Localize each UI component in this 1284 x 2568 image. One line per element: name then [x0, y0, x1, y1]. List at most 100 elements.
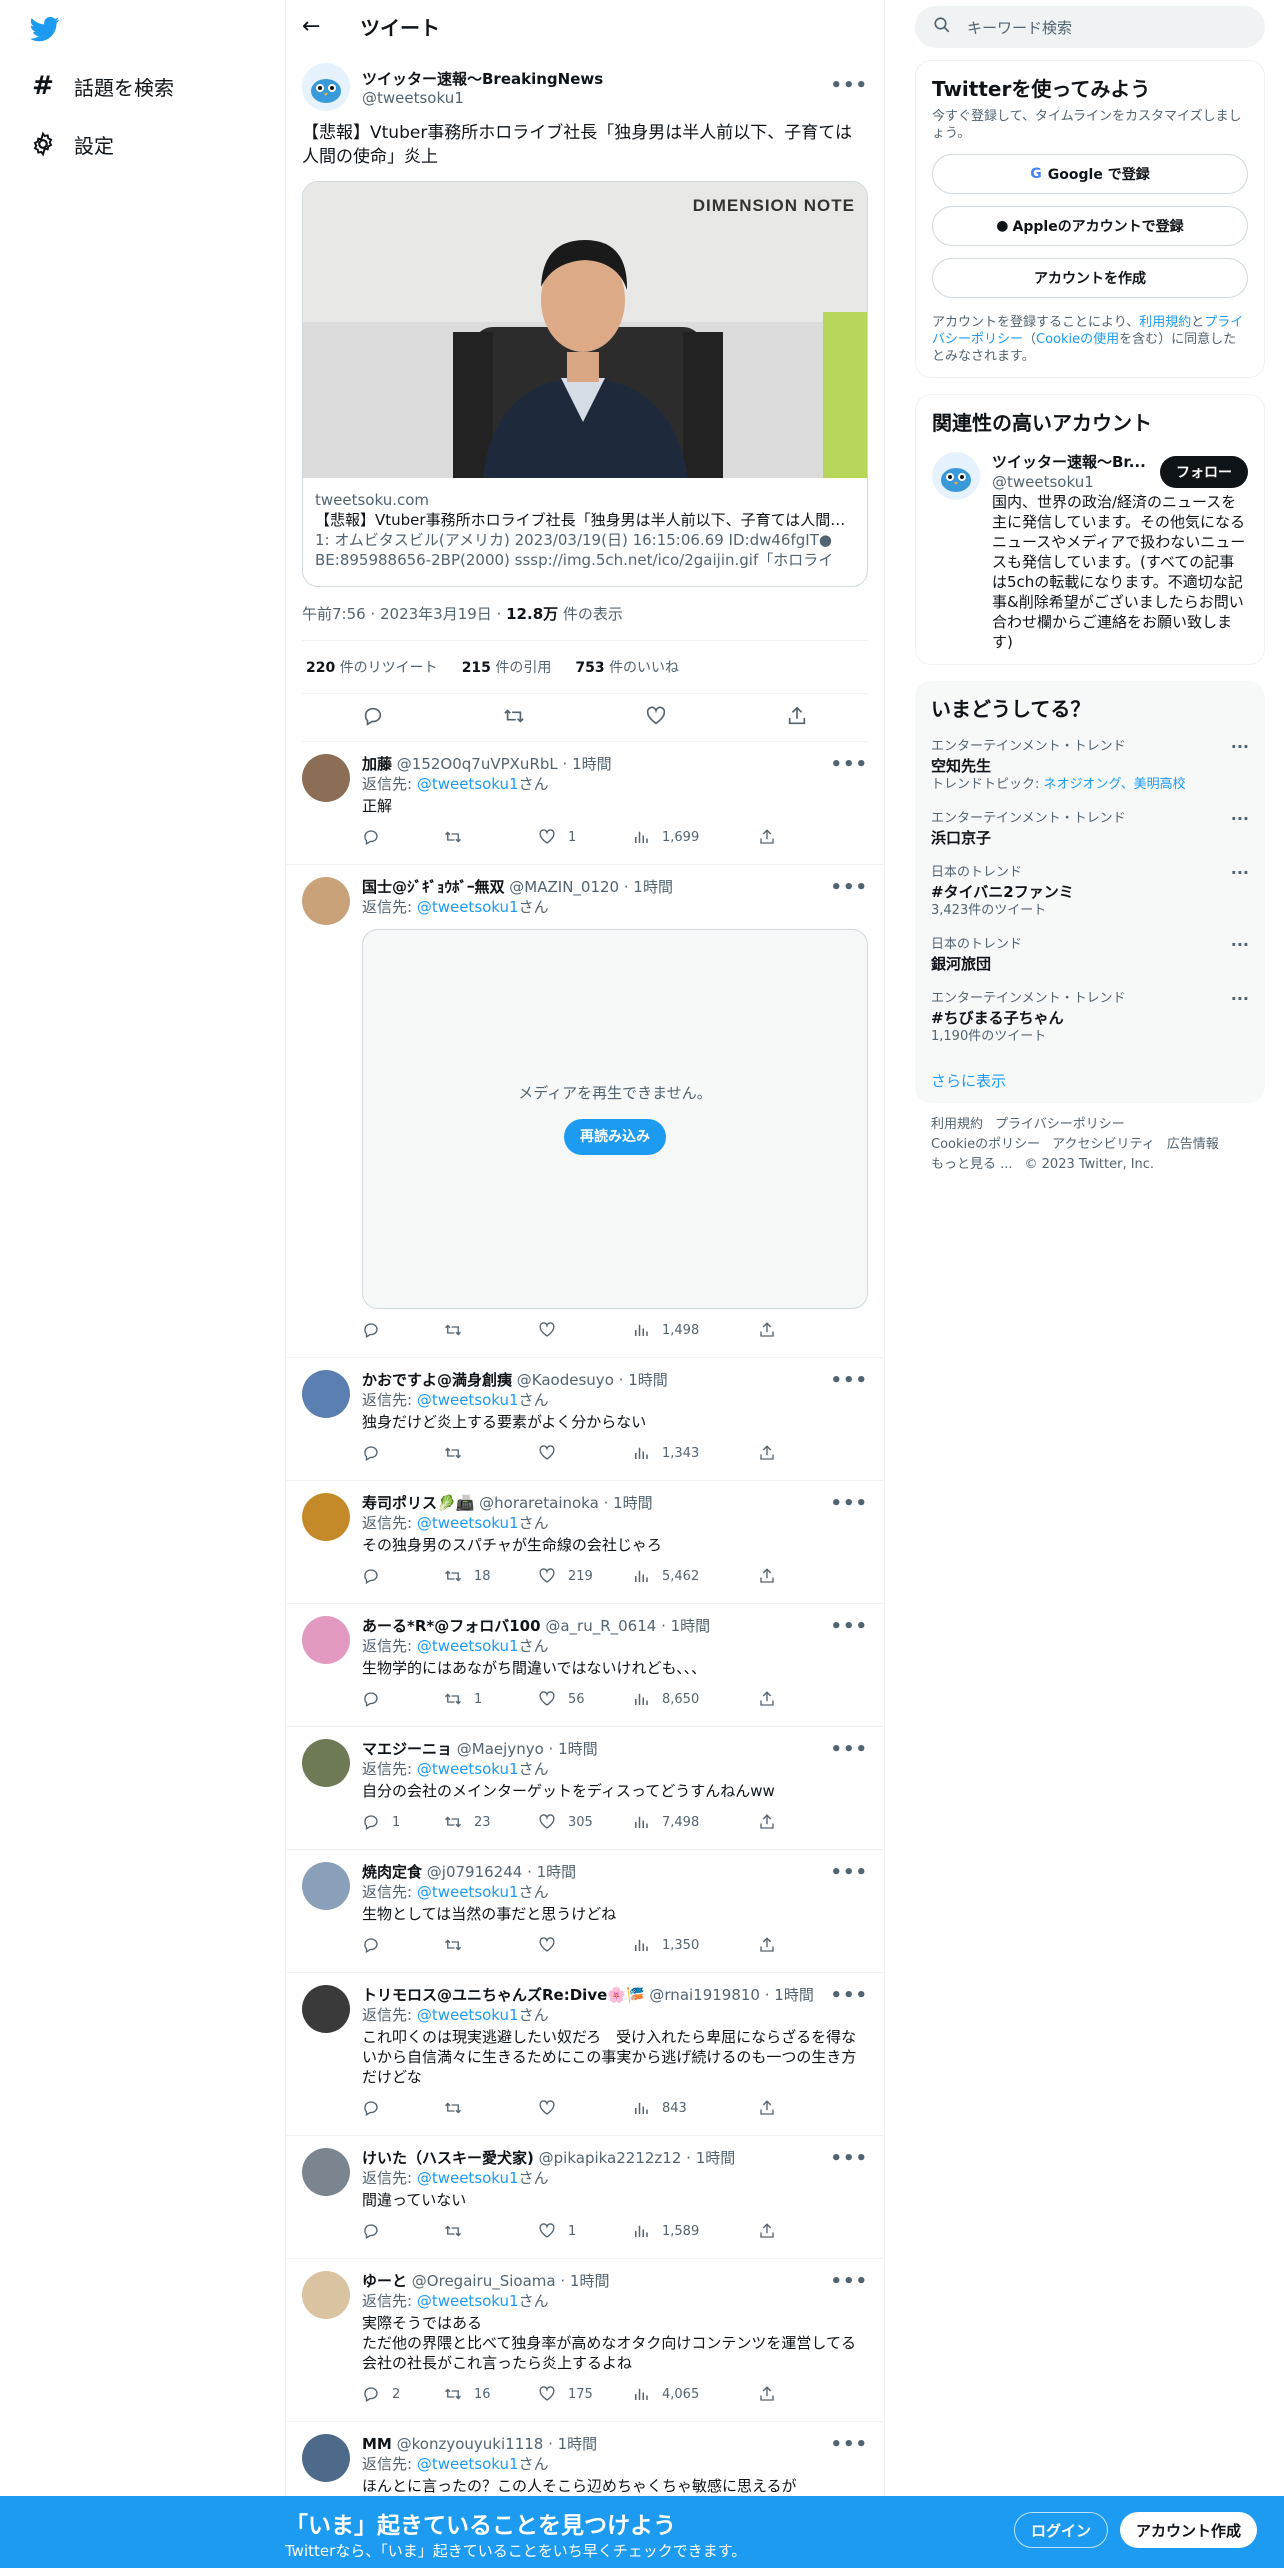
retweet-button[interactable]	[444, 1936, 538, 1956]
reply-tweet[interactable]: トリモロス@ユニちゃんズRe:Dive🌸🎏 @rnai1919810 · 1時間…	[286, 1973, 884, 2136]
reply-handle[interactable]: @konzyouyuki1118	[397, 2435, 544, 2453]
reply-button[interactable]	[362, 1321, 444, 1341]
reply-time[interactable]: 1時間	[696, 2149, 736, 2167]
replying-to-handle[interactable]: @tweetsoku1	[417, 775, 519, 793]
reply-time[interactable]: 1時間	[613, 1494, 653, 1512]
retweet-icon[interactable]	[503, 705, 525, 731]
reply-name[interactable]: トリモロス@ユニちゃんズRe:Dive🌸🎏	[362, 1986, 645, 2004]
twitter-logo-icon[interactable]	[28, 14, 62, 44]
footer-cookie[interactable]: Cookieのポリシー	[931, 1137, 1040, 1152]
trend-item[interactable]: 日本のトレンド 銀河旅団 ···	[931, 936, 1249, 974]
reply-icon[interactable]	[362, 705, 384, 731]
more-icon[interactable]: •••	[830, 754, 868, 775]
footer-terms[interactable]: 利用規約	[931, 1117, 983, 1132]
replying-to-handle[interactable]: @tweetsoku1	[417, 2455, 519, 2473]
more-icon[interactable]: ···	[1231, 810, 1249, 828]
more-icon[interactable]: ···	[1231, 738, 1249, 756]
more-icon[interactable]: •••	[830, 75, 868, 96]
reply-tweet[interactable]: けいた（ハスキー愛犬家) @pikapika2212z12 · 1時間 返信先: …	[286, 2136, 884, 2259]
more-icon[interactable]: ···	[1231, 936, 1249, 954]
trend-item[interactable]: エンターテインメント・トレンド 浜口京子 ···	[931, 810, 1249, 848]
views-button[interactable]: 1,699	[632, 828, 758, 848]
reply-name[interactable]: 加藤	[362, 755, 392, 773]
avatar[interactable]	[302, 1370, 350, 1418]
back-arrow-icon[interactable]: ←	[302, 14, 338, 39]
reply-button[interactable]	[362, 2222, 444, 2242]
avatar[interactable]	[932, 452, 980, 500]
reply-name[interactable]: MM	[362, 2435, 392, 2453]
reply-time[interactable]: 1時間	[572, 755, 612, 773]
share-button[interactable]	[758, 1567, 788, 1587]
search-input[interactable]: キーワード検索	[915, 6, 1265, 48]
replying-to-handle[interactable]: @tweetsoku1	[417, 1391, 519, 1409]
terms-link[interactable]: 利用規約	[1139, 315, 1191, 330]
replying-to-handle[interactable]: @tweetsoku1	[417, 898, 519, 916]
signup-button[interactable]: アカウント作成	[1120, 2512, 1258, 2548]
trend-name[interactable]: 浜口京子	[931, 828, 1249, 848]
reply-name[interactable]: かおですよ@満身創痍	[362, 1371, 512, 1389]
more-icon[interactable]: •••	[830, 2148, 868, 2169]
reply-button[interactable]	[362, 1444, 444, 1464]
reply-button[interactable]	[362, 1690, 444, 1710]
reply-tweet[interactable]: ゆーと @Oregairu_Sioama · 1時間 返信先: @tweetsok…	[286, 2259, 884, 2422]
reply-handle[interactable]: @Oregairu_Sioama	[412, 2272, 556, 2290]
reply-button[interactable]	[362, 2099, 444, 2119]
tweet-date[interactable]: 2023年3月19日	[380, 605, 492, 623]
retweet-button[interactable]	[444, 1321, 538, 1341]
related-account[interactable]: ツイッター速報〜Br... @tweetsoku1 国内、世界の政治/経済のニュ…	[932, 452, 1248, 652]
quote-stat[interactable]: 215 件の引用	[462, 657, 552, 677]
reply-time[interactable]: 1時間	[671, 1617, 711, 1635]
replying-to-handle[interactable]: @tweetsoku1	[417, 2292, 519, 2310]
display-name[interactable]: ツイッター速報〜BreakingNews	[362, 68, 603, 89]
replying-to-handle[interactable]: @tweetsoku1	[417, 1883, 519, 1901]
avatar[interactable]	[302, 1493, 350, 1541]
reply-time[interactable]: 1時間	[570, 2272, 610, 2290]
retweet-button[interactable]	[444, 1444, 538, 1464]
views-button[interactable]: 8,650	[632, 1690, 758, 1710]
reply-name[interactable]: 焼肉定食	[362, 1863, 422, 1881]
like-button[interactable]	[538, 1321, 632, 1341]
reply-handle[interactable]: @rnai1919810	[649, 1986, 760, 2004]
reply-name[interactable]: 寿司ポリス🥬📠	[362, 1494, 474, 1512]
more-icon[interactable]: •••	[830, 877, 868, 898]
nav-settings[interactable]: 設定	[28, 124, 114, 164]
share-button[interactable]	[758, 1936, 788, 1956]
share-button[interactable]	[758, 2222, 788, 2242]
reply-handle[interactable]: @a_ru_R_0614	[545, 1617, 656, 1635]
avatar[interactable]	[302, 877, 350, 925]
tweet-time[interactable]: 午前7:56	[302, 605, 366, 623]
reply-tweet[interactable]: 焼肉定食 @j07916244 · 1時間 返信先: @tweetsoku1さん生…	[286, 1850, 884, 1973]
reply-time[interactable]: 1時間	[774, 1986, 814, 2004]
reply-tweet[interactable]: 加藤 @152O0q7uVPXuRbL · 1時間 返信先: @tweetsoku…	[286, 742, 884, 865]
link-card[interactable]: DIMENSION NOTE tweetsoku.com 【悲報】Vtuber事…	[302, 181, 868, 587]
views-button[interactable]: 1,589	[632, 2222, 758, 2242]
reply-name[interactable]: あーる*R*@フォロバ100	[362, 1617, 541, 1635]
share-button[interactable]	[758, 1690, 788, 1710]
trend-item[interactable]: 日本のトレンド #タイバニ2ファンミ 3,423件のツイート ···	[931, 864, 1249, 920]
reply-name[interactable]: マエジーニョ	[362, 1740, 452, 1758]
more-icon[interactable]: •••	[830, 1862, 868, 1883]
trend-name[interactable]: #ちびまる子ちゃん	[931, 1008, 1249, 1028]
reply-handle[interactable]: @pikapika2212z12	[539, 2149, 682, 2167]
views-button[interactable]: 1,498	[632, 1321, 758, 1341]
more-icon[interactable]: ···	[1231, 864, 1249, 882]
replying-to-handle[interactable]: @tweetsoku1	[417, 1637, 519, 1655]
more-icon[interactable]: •••	[830, 1739, 868, 1760]
more-icon[interactable]: •••	[830, 1493, 868, 1514]
share-icon[interactable]	[786, 705, 808, 731]
retweet-button[interactable]: 16	[444, 2385, 538, 2405]
apple-signup-button[interactable]: ● Appleのアカウントで登録	[932, 206, 1248, 246]
views-button[interactable]: 843	[632, 2099, 758, 2119]
avatar[interactable]	[302, 2148, 350, 2196]
like-icon[interactable]	[645, 705, 667, 731]
create-account-button[interactable]: アカウントを作成	[932, 258, 1248, 298]
retweet-button[interactable]: 1	[444, 1690, 538, 1710]
login-button[interactable]: ログイン	[1014, 2512, 1109, 2548]
trend-item[interactable]: エンターテインメント・トレンド #ちびまる子ちゃん 1,190件のツイート ···	[931, 990, 1249, 1046]
footer-ads[interactable]: 広告情報	[1167, 1137, 1219, 1152]
reply-handle[interactable]: @Kaodesuyo	[517, 1371, 614, 1389]
retweet-button[interactable]	[444, 828, 538, 848]
reply-button[interactable]	[362, 828, 444, 848]
views-button[interactable]: 4,065	[632, 2385, 758, 2405]
share-button[interactable]	[758, 2099, 788, 2119]
